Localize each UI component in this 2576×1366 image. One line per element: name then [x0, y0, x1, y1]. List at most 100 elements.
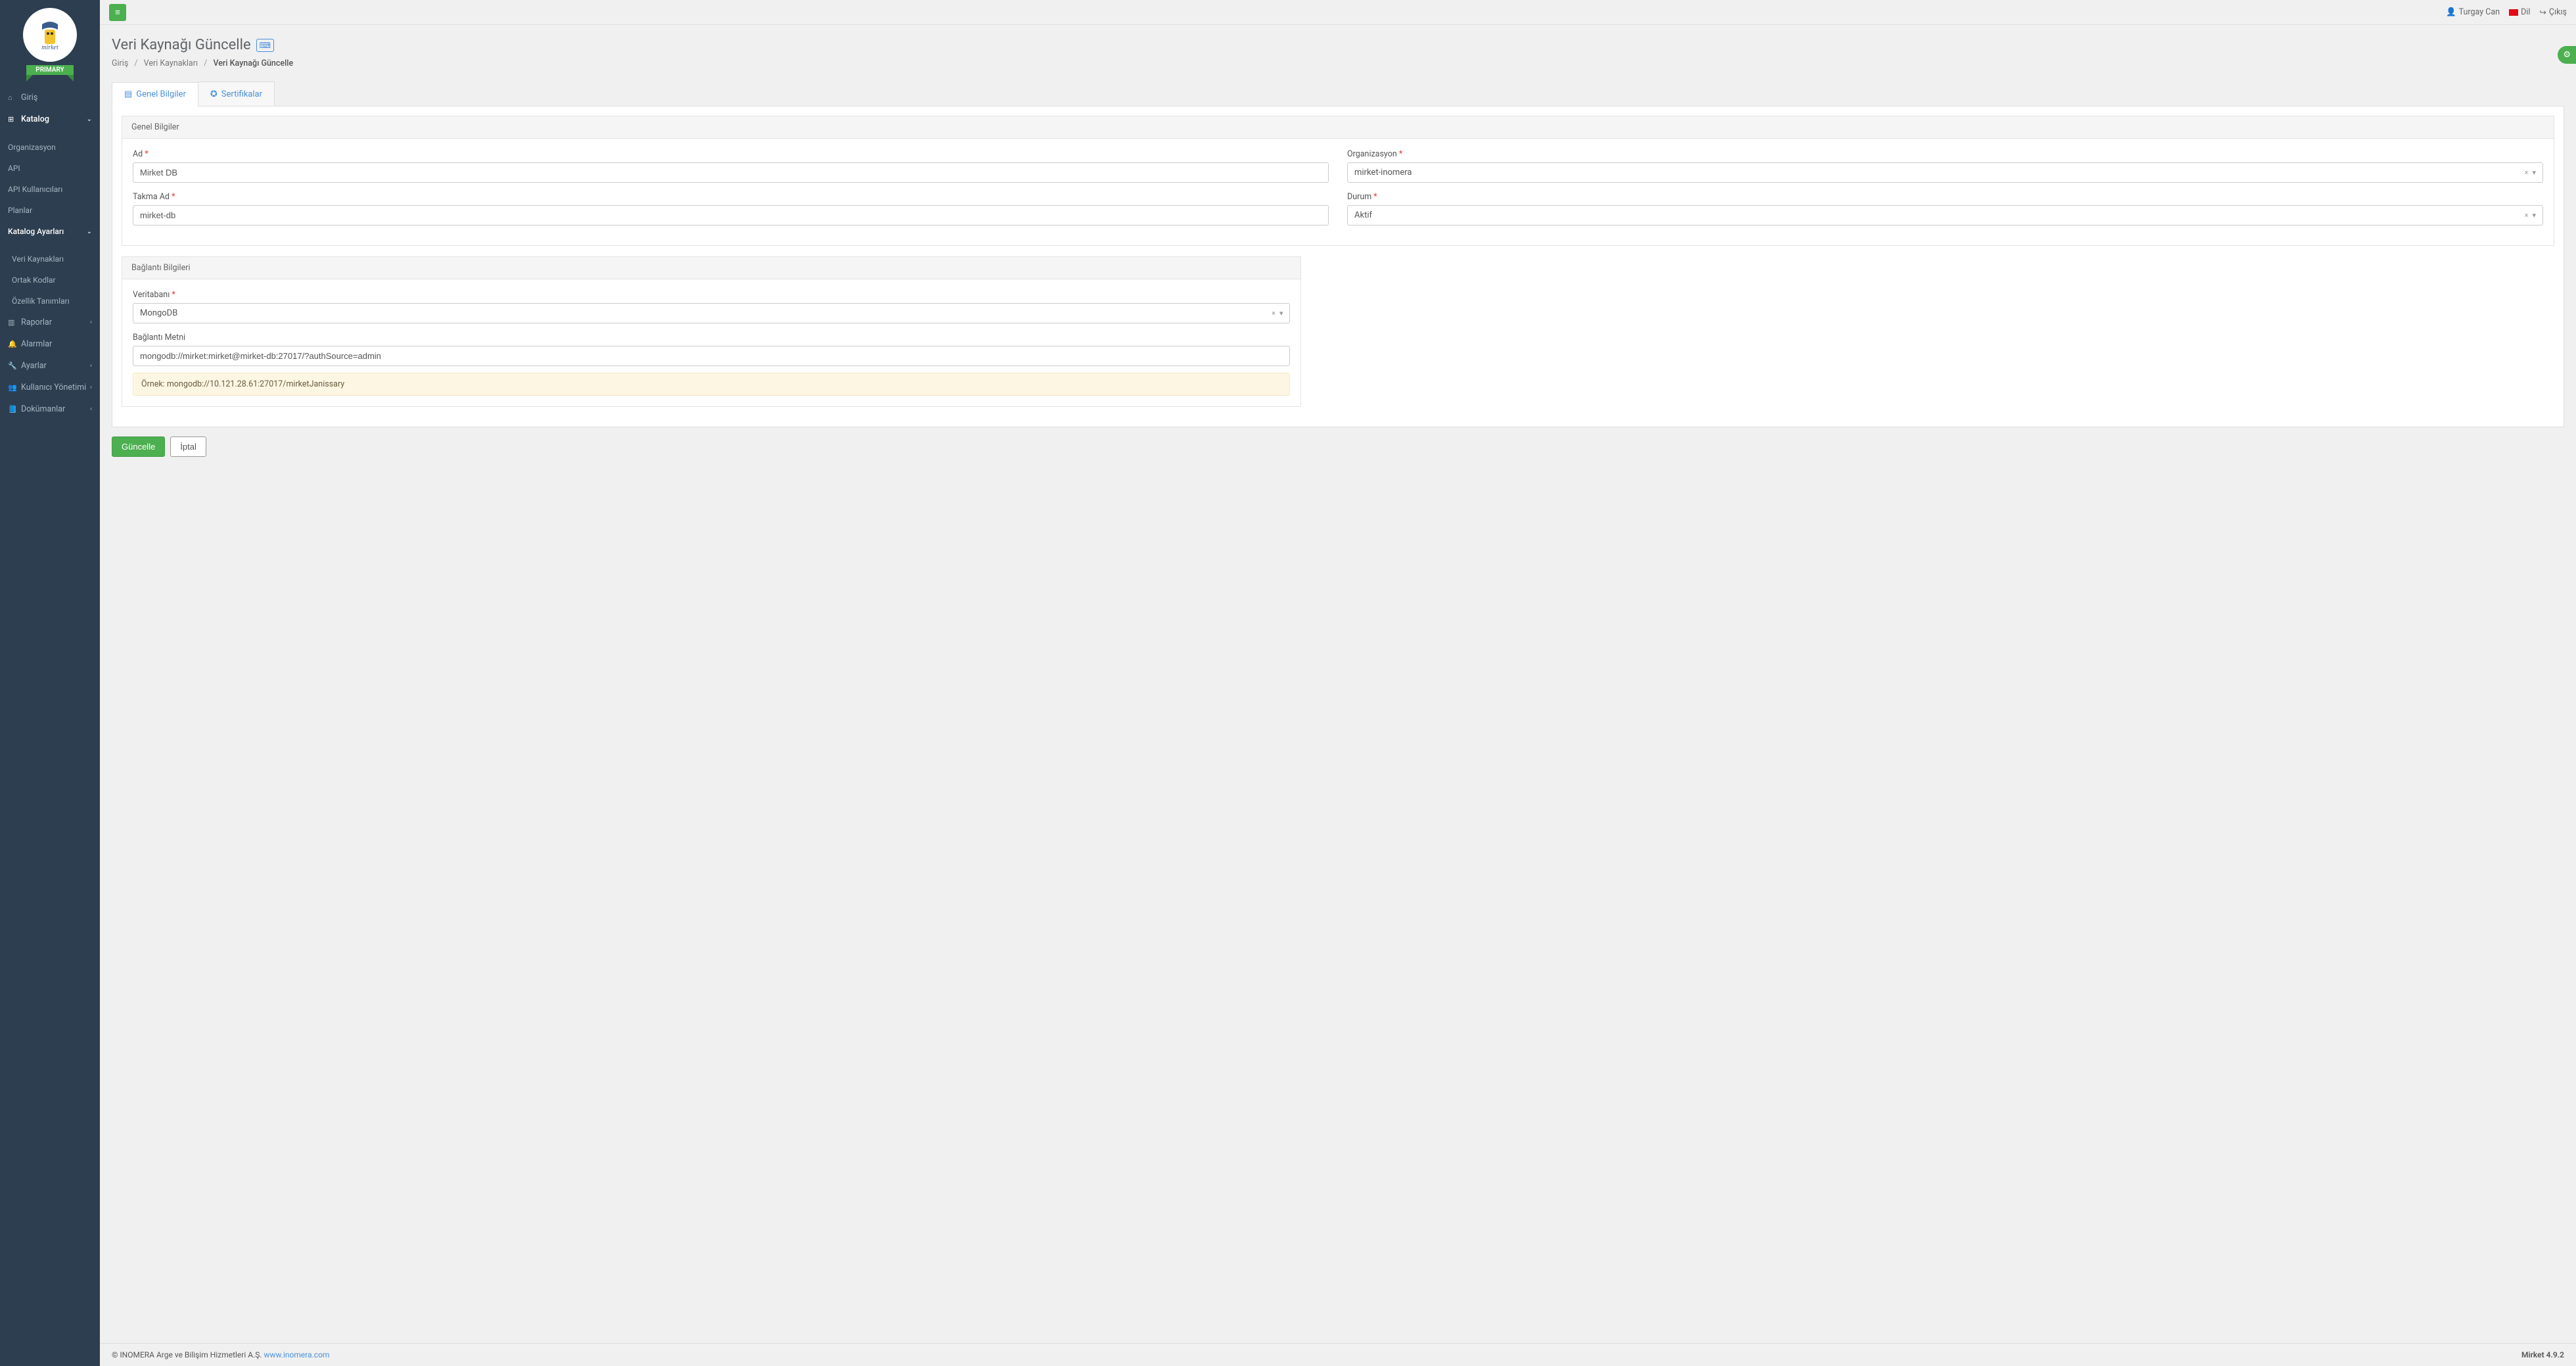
nav-label: Veri Kaynakları [12, 254, 64, 264]
env-badge: PRIMARY [26, 65, 73, 75]
organization-label: Organizasyon * [1347, 149, 2543, 159]
book-icon: 📘 [8, 405, 17, 413]
nav-api-users[interactable]: API Kullanıcıları [0, 179, 100, 200]
footer-copyright: © INOMERA Arge ve Bilişim Hizmetleri A.Ş… [112, 1350, 329, 1359]
nav-organization[interactable]: Organizasyon [0, 137, 100, 158]
main: ≡ 👤 Turgay Can Dil ↪ Çıkış Veri Kayna [100, 0, 2576, 1366]
nav-label: Özellik Tanımları [12, 296, 70, 306]
nav-data-sources[interactable]: Veri Kaynakları [0, 248, 100, 270]
status-select[interactable]: Aktif × ▾ [1347, 205, 2543, 225]
logout-label: Çıkış [2549, 7, 2567, 17]
topbar: ≡ 👤 Turgay Can Dil ↪ Çıkış [100, 0, 2576, 25]
svg-text:mirket: mirket [41, 44, 58, 51]
version-label: Mirket 4.9.2 [2521, 1350, 2564, 1359]
breadcrumb-data-sources[interactable]: Veri Kaynakları [144, 59, 198, 68]
chevron-down-icon: ⌄ [87, 228, 92, 235]
name-input[interactable] [133, 162, 1329, 183]
cogs-icon: ⚙ [2563, 50, 2571, 60]
tab-certificates[interactable]: ✪ Sertifikalar [198, 82, 275, 106]
nav-label: API [8, 164, 20, 173]
chevron-down-icon[interactable]: ▾ [2532, 211, 2536, 220]
settings-float-button[interactable]: ⚙ [2558, 46, 2576, 64]
footer-link[interactable]: www.inomera.com [264, 1350, 330, 1359]
topbar-right: 👤 Turgay Can Dil ↪ Çıkış [2446, 7, 2567, 18]
language-label: Dil [2521, 7, 2530, 17]
user-icon: 👤 [2446, 7, 2456, 17]
update-button[interactable]: Güncelle [112, 436, 165, 457]
organization-select[interactable]: mirket-inomera × ▾ [1347, 162, 2543, 183]
nav-alarms[interactable]: 🔔 Alarmlar [0, 333, 100, 355]
nav-label: Katalog Ayarları [8, 227, 64, 236]
clear-icon[interactable]: × [1272, 309, 1276, 318]
nav-label: Kullanıcı Yönetimi [21, 383, 86, 392]
logout-icon: ↪ [2539, 7, 2546, 18]
nav-label: Katalog [21, 114, 49, 124]
chevron-left-icon: ‹ [90, 384, 92, 391]
logo-area: mirket PRIMARY [0, 0, 100, 80]
name-label: Ad * [133, 149, 1329, 159]
keyboard-icon[interactable]: ⌨ [256, 39, 274, 52]
fieldset-legend: Genel Bilgiler [122, 116, 2554, 139]
breadcrumb-home[interactable]: Giriş [112, 59, 128, 68]
tab-general[interactable]: ▤ Genel Bilgiler [112, 82, 198, 106]
nav-label: Ortak Kodlar [12, 275, 56, 285]
chevron-down-icon[interactable]: ▾ [1279, 309, 1283, 318]
select-value: MongoDB [140, 308, 177, 318]
clear-icon[interactable]: × [2525, 168, 2529, 177]
database-label: Veritabanı * [133, 290, 1290, 300]
fieldset-connection: Bağlantı Bilgileri Veritabanı * MongoDB … [122, 256, 1301, 407]
wrench-icon: 🔧 [8, 362, 17, 370]
logout-button[interactable]: ↪ Çıkış [2539, 7, 2567, 18]
nav-label: Ayarlar [21, 361, 47, 371]
nav-label: API Kullanıcıları [8, 185, 62, 194]
sidebar: mirket PRIMARY ⌂ Giriş ⊞ Katalog ⌄ Organ… [0, 0, 100, 1366]
nav-catalog-settings[interactable]: Katalog Ayarları ⌄ [0, 221, 100, 242]
sitemap-icon: ⊞ [8, 115, 17, 124]
chevron-left-icon: ‹ [90, 319, 92, 326]
page-title: Veri Kaynağı Güncelle ⌨ [112, 37, 2564, 53]
flag-tr-icon [2509, 9, 2518, 16]
alias-input[interactable] [133, 205, 1329, 225]
database-select[interactable]: MongoDB × ▾ [133, 303, 1290, 323]
toggle-sidebar-button[interactable]: ≡ [109, 4, 126, 21]
cancel-button[interactable]: İptal [170, 436, 206, 457]
form-actions: Güncelle İptal [112, 436, 2564, 457]
nav-feature-defs[interactable]: Özellik Tanımları [0, 291, 100, 312]
nav-api[interactable]: API [0, 158, 100, 179]
chevron-left-icon: ‹ [90, 406, 92, 413]
nav-plans[interactable]: Planlar [0, 200, 100, 221]
connstr-label: Bağlantı Metni [133, 333, 1290, 342]
users-icon: 👥 [8, 383, 17, 392]
chevron-down-icon[interactable]: ▾ [2532, 168, 2536, 177]
breadcrumb: Giriş / Veri Kaynakları / Veri Kaynağı G… [112, 59, 2564, 68]
connection-example-hint: Örnek: mongodb://10.121.28.61:27017/mirk… [133, 373, 1290, 396]
nav-home[interactable]: ⌂ Giriş [0, 87, 100, 108]
nav-docs[interactable]: 📘 Dokümanlar ‹ [0, 398, 100, 420]
user-menu[interactable]: 👤 Turgay Can [2446, 7, 2500, 17]
nav-label: Organizasyon [8, 143, 56, 152]
brand-logo: mirket [23, 8, 77, 62]
fieldset-general: Genel Bilgiler Ad * Organizasyon * [122, 116, 2554, 246]
breadcrumb-sep: / [134, 59, 137, 68]
nav-catalog[interactable]: ⊞ Katalog ⌄ [0, 108, 100, 130]
tab-panel-general: Genel Bilgiler Ad * Organizasyon * [112, 106, 2564, 427]
language-menu[interactable]: Dil [2509, 7, 2530, 17]
nav-label: Giriş [21, 93, 37, 103]
chart-icon: ▥ [8, 318, 17, 327]
fieldset-legend: Bağlantı Bilgileri [122, 257, 1300, 279]
breadcrumb-current: Veri Kaynağı Güncelle [213, 59, 293, 68]
chevron-down-icon: ⌄ [87, 116, 92, 123]
seal-icon: ✪ [210, 89, 218, 99]
nav-label: Planlar [8, 206, 32, 215]
nav-shared-codes[interactable]: Ortak Kodlar [0, 270, 100, 291]
clear-icon[interactable]: × [2525, 211, 2529, 220]
nav-catalog-settings-sub: Veri Kaynakları Ortak Kodlar Özellik Tan… [0, 242, 100, 312]
nav-user-mgmt[interactable]: 👥 Kullanıcı Yönetimi ‹ [0, 377, 100, 398]
nav-reports[interactable]: ▥ Raporlar ‹ [0, 312, 100, 333]
user-name: Turgay Can [2459, 7, 2500, 17]
form-card: ▤ Genel Bilgiler ✪ Sertifikalar Genel Bi… [112, 82, 2564, 457]
connection-string-input[interactable] [133, 346, 1290, 366]
nav-label: Dokümanlar [21, 404, 65, 414]
nav-settings[interactable]: 🔧 Ayarlar ‹ [0, 355, 100, 377]
nav-catalog-sub: Organizasyon API API Kullanıcıları Planl… [0, 130, 100, 312]
